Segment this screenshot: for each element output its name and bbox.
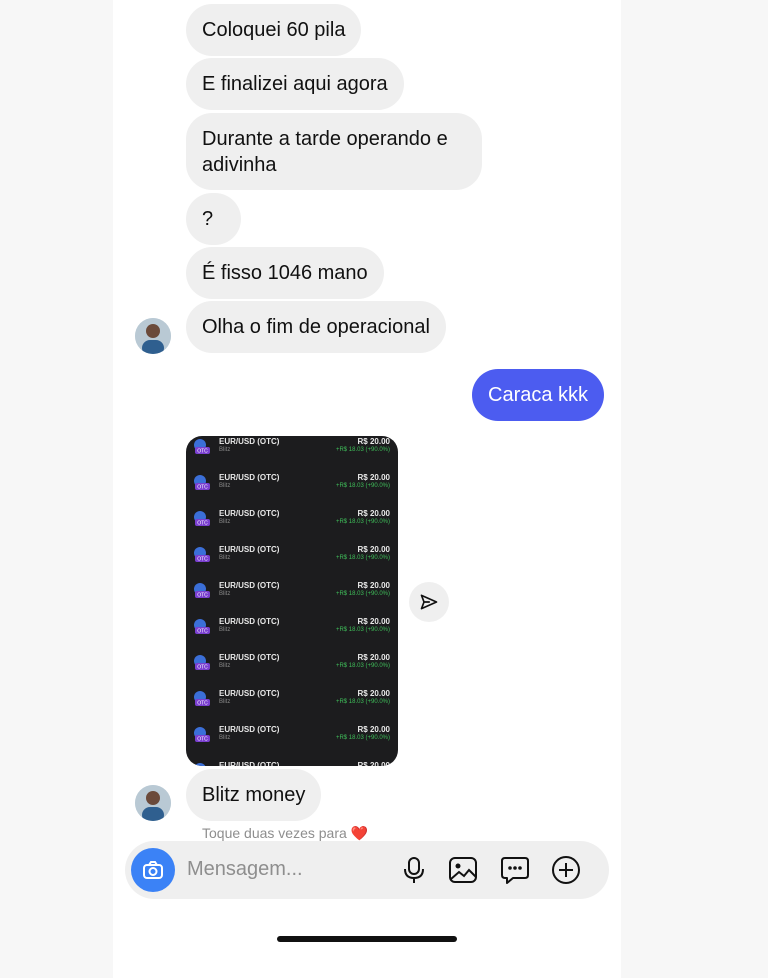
message-received[interactable]: Olha o fim de operacional	[186, 301, 446, 353]
trade-gain: +R$ 18.03 (+90.0%)	[335, 663, 390, 669]
sticker-chat-icon	[501, 857, 529, 884]
trade-mode: Blitz	[219, 591, 231, 597]
trade-amount: R$ 20.00	[357, 761, 390, 766]
trade-gain: +R$ 18.03 (+90.0%)	[335, 519, 390, 525]
otc-coin-icon: OTC	[194, 475, 210, 491]
otc-coin-icon: OTC	[194, 439, 210, 455]
camera-button[interactable]	[131, 848, 175, 892]
trade-mode: Blitz	[219, 555, 231, 561]
trade-mode: Blitz	[219, 447, 231, 453]
plus-circle-icon	[552, 856, 580, 884]
otc-coin-icon: OTC	[194, 619, 210, 635]
avatar[interactable]	[135, 318, 171, 354]
message-composer: Mensagem...	[125, 841, 609, 899]
svg-text:OTC: OTC	[197, 485, 208, 491]
svg-text:OTC: OTC	[197, 737, 208, 743]
trade-amount: R$ 20.00	[357, 545, 390, 554]
send-icon	[420, 594, 438, 610]
reaction-hint-text: Toque duas vezes para	[202, 825, 347, 841]
otc-coin-icon: OTC	[194, 655, 210, 671]
message-received[interactable]: Blitz money	[186, 769, 322, 821]
trade-row: OTC EUR/USD (OTC)Blitz R$ 20.00+R$ 18.03 (…	[186, 722, 398, 758]
trade-gain: +R$ 18.03 (+90.0%)	[335, 591, 390, 597]
avatar-photo	[135, 318, 171, 354]
microphone-icon	[404, 857, 424, 883]
otc-coin-icon: OTC	[194, 691, 210, 707]
otc-coin-icon: OTC	[194, 511, 210, 527]
trade-pair: EUR/USD (OTC)	[219, 689, 280, 698]
trade-mode: Blitz	[219, 735, 231, 741]
trade-amount: R$ 20.00	[357, 509, 390, 518]
heart-icon[interactable]: ❤️	[351, 825, 368, 841]
message-received[interactable]: Coloquei 60 pila	[186, 4, 362, 56]
message-received[interactable]: ?	[186, 193, 241, 245]
trade-mode: Blitz	[219, 483, 231, 489]
message-sent[interactable]: Caraca kkk	[472, 369, 605, 421]
trade-pair: EUR/USD (OTC)	[219, 437, 280, 446]
avatar[interactable]	[135, 785, 171, 821]
trade-amount: R$ 20.00	[357, 689, 390, 698]
image-icon	[449, 857, 477, 883]
svg-text:OTC: OTC	[197, 593, 208, 599]
trade-gain: +R$ 18.03 (+90.0%)	[335, 627, 390, 633]
trade-row: OTC EUR/USD (OTC)Blitz R$ 20.00+R$ 18.03 (…	[186, 614, 398, 650]
add-button[interactable]	[551, 855, 581, 885]
trade-amount: R$ 20.00	[357, 437, 390, 446]
trade-gain: +R$ 18.03 (+90.0%)	[335, 735, 390, 741]
reaction-hint: Toque duas vezes para ❤️	[202, 825, 368, 842]
trade-amount: R$ 20.00	[357, 653, 390, 662]
svg-text:OTC: OTC	[197, 665, 208, 671]
svg-text:OTC: OTC	[197, 701, 208, 707]
message-received[interactable]: É fisso 1046 mano	[186, 247, 384, 299]
svg-text:OTC: OTC	[197, 521, 208, 527]
trade-mode: Blitz	[219, 519, 231, 525]
otc-coin-icon: OTC	[194, 547, 210, 563]
trade-row: OTC EUR/USD (OTC)Blitz R$ 20.00+R$ 18.03 (…	[186, 650, 398, 686]
trade-pair: EUR/USD (OTC)	[219, 653, 280, 662]
shared-image[interactable]: OTC EUR/USD (OTC) Blitz R$ 20.00 +R$ 18.03 (…	[186, 436, 398, 766]
trade-pair: EUR/USD (OTC)	[219, 725, 280, 734]
trade-gain: +R$ 18.03 (+90.0%)	[335, 699, 390, 705]
trade-pair: EUR/USD (OTC)	[219, 761, 280, 766]
trade-row: OTC EUR/USD (OTC)Blitz R$ 20.00+R$ 18.03 (…	[186, 578, 398, 614]
svg-text:OTC: OTC	[197, 629, 208, 635]
sticker-button[interactable]	[500, 855, 530, 885]
home-indicator[interactable]	[277, 936, 457, 942]
otc-coin-icon: OTC	[194, 583, 210, 599]
trade-row: OTC EUR/USD (OTC)Blitz R$ 20.00+R$ 18.03 (…	[186, 686, 398, 722]
message-input[interactable]: Mensagem...	[187, 858, 303, 881]
trade-mode: Blitz	[219, 699, 231, 705]
avatar-photo	[135, 785, 171, 821]
gallery-button[interactable]	[448, 855, 478, 885]
trade-pair: EUR/USD (OTC)	[219, 617, 280, 626]
svg-text:OTC: OTC	[197, 449, 208, 455]
trade-gain: +R$ 18.03 (+90.0%)	[335, 555, 390, 561]
svg-text:OTC: OTC	[197, 557, 208, 563]
camera-icon	[143, 861, 163, 879]
trade-pair: EUR/USD (OTC)	[219, 545, 280, 554]
message-received[interactable]: E finalizei aqui agora	[186, 58, 404, 110]
trade-row: OTCEUR/USD (OTC)BlitzR$ 20.00+R$ 18.03 (…	[186, 758, 398, 766]
microphone-button[interactable]	[399, 855, 429, 885]
trade-row: OTC EUR/USD (OTC)Blitz R$ 20.00+R$ 18.03 (…	[186, 470, 398, 506]
trade-gain: +R$ 18.03 (+90.0%)	[335, 483, 390, 489]
trade-row: OTC EUR/USD (OTC)Blitz R$ 20.00+R$ 18.03 (…	[186, 506, 398, 542]
trade-amount: R$ 20.00	[357, 581, 390, 590]
trade-pair: EUR/USD (OTC)	[219, 581, 280, 590]
otc-coin-icon: OTC	[194, 727, 210, 743]
trade-amount: R$ 20.00	[357, 617, 390, 626]
trade-gain: +R$ 18.03 (+90.0%)	[335, 447, 390, 453]
trade-row: OTC EUR/USD (OTC)Blitz R$ 20.00+R$ 18.03 (…	[186, 436, 398, 470]
trade-mode: Blitz	[219, 627, 231, 633]
trade-row: OTC EUR/USD (OTC)Blitz R$ 20.00+R$ 18.03 (…	[186, 542, 398, 578]
otc-coin-icon: OTC	[194, 763, 206, 766]
share-button[interactable]	[409, 582, 449, 622]
trade-amount: R$ 20.00	[357, 725, 390, 734]
trade-pair: EUR/USD (OTC)	[219, 473, 280, 482]
message-received[interactable]: Durante a tarde operando e adivinha	[186, 113, 482, 190]
trade-amount: R$ 20.00	[357, 473, 390, 482]
trade-pair: EUR/USD (OTC)	[219, 509, 280, 518]
trade-mode: Blitz	[219, 663, 231, 669]
